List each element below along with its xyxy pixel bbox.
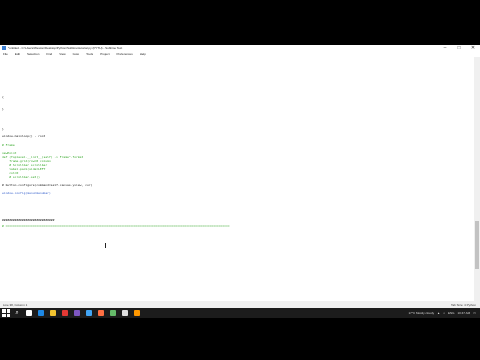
status-position: Line 38, Column 1 xyxy=(3,303,28,307)
sublime-text-icon[interactable] xyxy=(134,310,140,316)
code-line: # ======================================… xyxy=(2,224,230,228)
code-line: { xyxy=(2,95,4,99)
vertical-scrollbar[interactable] xyxy=(474,57,480,301)
maximize-button[interactable]: □ xyxy=(452,45,466,52)
volume-icon[interactable]: ◖ xyxy=(443,311,445,315)
sublime-text-window: *untitled - C:\Users\Weston\Desktop\Pyth… xyxy=(0,45,480,308)
status-syntax[interactable]: Tab Size: 4 Python xyxy=(451,303,476,307)
windows-taskbar: ⌕ 17°C Mostly cloudy ▲ ◖ ENG 10:47 AM ▭ xyxy=(0,308,480,318)
code-line: # button.configure(command=self.canvas.y… xyxy=(2,183,93,187)
search-icon[interactable]: ⌕ xyxy=(13,309,21,317)
app-icon-green[interactable] xyxy=(110,310,116,316)
window-title: *untitled - C:\Users\Weston\Desktop\Pyth… xyxy=(8,46,123,50)
task-view-icon[interactable] xyxy=(26,310,32,316)
code-line: ############################# xyxy=(2,218,55,222)
weather-widget[interactable]: 17°C Mostly cloudy xyxy=(408,311,434,315)
text-cursor xyxy=(105,243,106,248)
app-icon-red[interactable] xyxy=(62,310,68,316)
status-bar: Line 38, Column 1 Tab Size: 4 Python xyxy=(0,301,480,308)
network-icon[interactable]: ▲ xyxy=(437,311,440,315)
title-bar: *untitled - C:\Users\Weston\Desktop\Pyth… xyxy=(0,45,480,52)
minimize-button[interactable]: – xyxy=(438,45,452,52)
code-line: # scrollbar.set() xyxy=(2,175,40,179)
code-line: # Frame xyxy=(2,143,15,147)
edge-icon[interactable] xyxy=(38,310,44,316)
scrollbar-thumb[interactable] xyxy=(475,221,479,269)
language-indicator[interactable]: ENG xyxy=(448,311,455,315)
code-line: window.config(menu=menubar) xyxy=(2,191,51,195)
windows-start-icon[interactable] xyxy=(2,309,10,317)
code-line: } xyxy=(2,107,4,111)
clock[interactable]: 10:47 AM xyxy=(457,311,470,315)
app-icon-purple[interactable] xyxy=(74,310,80,316)
app-icon xyxy=(2,46,6,50)
code-line: window.mainloop() - root xyxy=(2,134,46,138)
app-icon-orange[interactable] xyxy=(98,310,104,316)
app-icon-white[interactable] xyxy=(122,310,128,316)
code-line: } xyxy=(2,127,4,131)
close-button[interactable]: ✕ xyxy=(466,45,480,52)
file-explorer-icon[interactable] xyxy=(50,310,56,316)
notification-icon[interactable]: ▭ xyxy=(473,311,476,315)
app-icon-blue[interactable] xyxy=(86,310,92,316)
system-tray: 17°C Mostly cloudy ▲ ◖ ENG 10:47 AM ▭ xyxy=(408,308,476,318)
code-editor[interactable]: { } } window.mainloop() - root # Frame n… xyxy=(0,57,474,301)
